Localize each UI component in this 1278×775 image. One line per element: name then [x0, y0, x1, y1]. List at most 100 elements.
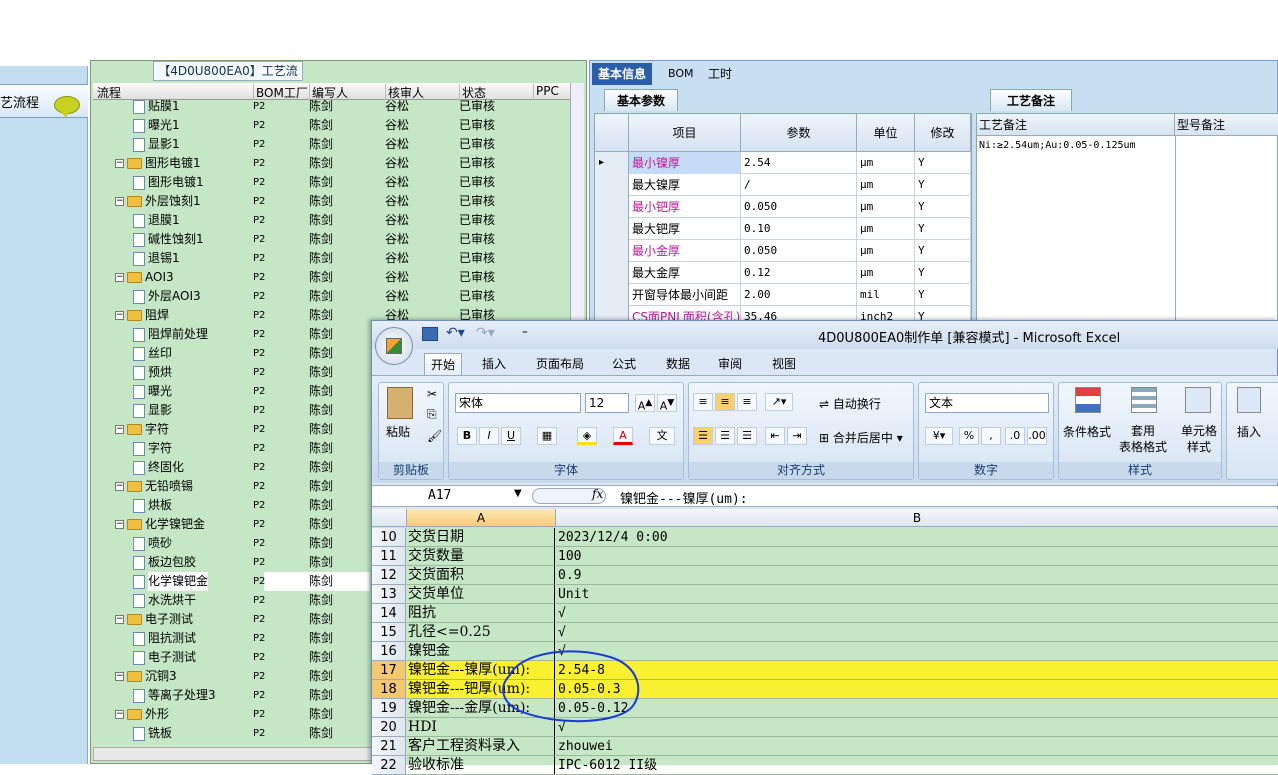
- tab-work-hours[interactable]: 工时: [702, 63, 738, 85]
- params-row[interactable]: 开窗导体最小间距 2.00 mil Y: [595, 284, 971, 306]
- function-icon[interactable]: fx: [592, 487, 603, 501]
- cell-a[interactable]: 孔径<=0.25: [407, 623, 555, 642]
- cell-a[interactable]: 客户工程资料录入: [407, 737, 555, 756]
- align-middle-icon[interactable]: ≡: [715, 393, 735, 411]
- formula-input[interactable]: 镍钯金---镍厚(um):: [620, 488, 748, 507]
- italic-icon[interactable]: I: [479, 427, 499, 445]
- quick-access-dropdown-icon[interactable]: ⁼: [522, 327, 528, 340]
- chat-bubble-icon[interactable]: [54, 96, 80, 118]
- cell-b[interactable]: √: [556, 718, 1278, 737]
- ribbon-tab-5[interactable]: 审阅: [712, 353, 748, 375]
- ribbon-tab-4[interactable]: 数据: [660, 353, 696, 375]
- row-number[interactable]: 18: [372, 680, 406, 699]
- percent-icon[interactable]: %: [959, 427, 979, 445]
- tree-horizontal-scrollbar[interactable]: [93, 747, 373, 761]
- row-indicator[interactable]: [595, 174, 629, 196]
- params-row[interactable]: 最大镍厚 / μm Y: [595, 174, 971, 196]
- font-size-select[interactable]: 12: [585, 393, 629, 413]
- row-number[interactable]: 21: [372, 737, 406, 756]
- params-row[interactable]: 最大金厚 0.12 μm Y: [595, 262, 971, 284]
- tab-process-notes[interactable]: 工艺备注: [990, 89, 1073, 111]
- row-indicator[interactable]: ▸: [595, 152, 629, 174]
- ribbon-tab-2[interactable]: 页面布局: [530, 353, 590, 375]
- tab-basic-params[interactable]: 基本参数: [604, 89, 679, 111]
- name-box-dropdown-icon[interactable]: ▼: [514, 488, 522, 499]
- bold-icon[interactable]: B: [457, 427, 477, 445]
- row-number[interactable]: 10: [372, 528, 406, 547]
- params-row[interactable]: 最小金厚 0.050 μm Y: [595, 240, 971, 262]
- row-number[interactable]: 16: [372, 642, 406, 661]
- row-indicator[interactable]: [595, 196, 629, 218]
- collapse-icon[interactable]: −: [115, 482, 124, 491]
- increase-indent-icon[interactable]: ⇥: [787, 427, 807, 445]
- tree-row[interactable]: 曝光1 P2 陈剑 谷松 已审核: [91, 116, 571, 135]
- conditional-format-button[interactable]: 条件格式: [1063, 423, 1111, 440]
- cell-a[interactable]: 交货日期: [407, 528, 555, 547]
- row-indicator[interactable]: [595, 218, 629, 240]
- name-box[interactable]: A17: [428, 488, 528, 504]
- collapse-icon[interactable]: −: [115, 615, 124, 624]
- tree-row[interactable]: − AOI3 P2 陈剑 谷松 已审核: [91, 268, 571, 287]
- cell-b[interactable]: 0.9: [556, 566, 1278, 585]
- ribbon-tab-0[interactable]: 开始: [424, 353, 463, 375]
- row-indicator[interactable]: [595, 284, 629, 306]
- cell-b[interactable]: √: [556, 604, 1278, 623]
- collapse-icon[interactable]: −: [115, 672, 124, 681]
- cell-b[interactable]: IPC-6012 II级: [556, 756, 1278, 775]
- insert-button[interactable]: 插入: [1237, 423, 1261, 440]
- cell-b[interactable]: 100: [556, 547, 1278, 566]
- tree-row[interactable]: 贴膜1 P2 陈剑 谷松 已审核: [91, 97, 571, 116]
- cell-style-button[interactable]: 单元格 样式: [1177, 423, 1221, 455]
- row-indicator[interactable]: [595, 262, 629, 284]
- tree-row[interactable]: 退锡1 P2 陈剑 谷松 已审核: [91, 249, 571, 268]
- copy-icon[interactable]: ⎘: [427, 407, 437, 422]
- shrink-font-icon[interactable]: A▼: [657, 394, 677, 413]
- ribbon-tab-3[interactable]: 公式: [606, 353, 642, 375]
- font-name-select[interactable]: 宋体: [455, 393, 581, 413]
- cell-a[interactable]: 阻抗: [407, 604, 555, 623]
- params-row[interactable]: ▸ 最小镍厚 2.54 μm Y: [595, 152, 971, 174]
- merge-center-button[interactable]: ⊞ 合并后居中 ▾: [819, 429, 903, 446]
- cell-b[interactable]: 0.05-0.12: [556, 699, 1278, 718]
- paste-button[interactable]: 粘贴: [386, 423, 410, 440]
- align-bottom-icon[interactable]: ≡: [737, 393, 757, 411]
- border-icon[interactable]: ▦: [537, 427, 557, 445]
- increase-decimal-icon[interactable]: .0: [1005, 427, 1025, 445]
- row-number[interactable]: 14: [372, 604, 406, 623]
- column-header-b[interactable]: B: [556, 509, 1278, 527]
- align-right-icon[interactable]: ☰: [737, 427, 757, 445]
- decrease-indent-icon[interactable]: ⇤: [765, 427, 785, 445]
- tree-row[interactable]: 退膜1 P2 陈剑 谷松 已审核: [91, 211, 571, 230]
- decrease-decimal-icon[interactable]: .00: [1027, 427, 1047, 445]
- redo-icon[interactable]: ↷▾: [476, 325, 495, 341]
- collapse-icon[interactable]: −: [115, 159, 124, 168]
- row-number[interactable]: 22: [372, 756, 406, 775]
- row-number[interactable]: 12: [372, 566, 406, 585]
- number-format-select[interactable]: 文本: [925, 393, 1049, 413]
- cut-icon[interactable]: ✂: [427, 387, 437, 401]
- row-indicator[interactable]: [595, 240, 629, 262]
- collapse-icon[interactable]: −: [115, 197, 124, 206]
- fill-color-icon[interactable]: ◈: [577, 427, 597, 445]
- tree-row[interactable]: − 图形电镀1 P2 陈剑 谷松 已审核: [91, 154, 571, 173]
- cell-b[interactable]: √: [556, 623, 1278, 642]
- cell-a[interactable]: 交货数量: [407, 547, 555, 566]
- process-note-text[interactable]: Ni:≥2.54um;Au:0.05-0.125um: [979, 140, 1136, 151]
- save-icon[interactable]: [422, 327, 438, 341]
- paste-icon[interactable]: [387, 387, 413, 419]
- phonetic-icon[interactable]: 文: [649, 427, 675, 445]
- collapse-icon[interactable]: −: [115, 520, 124, 529]
- row-number[interactable]: 20: [372, 718, 406, 737]
- comma-icon[interactable]: ,: [981, 427, 1001, 445]
- underline-icon[interactable]: U: [501, 427, 521, 445]
- cell-a[interactable]: 交货面积: [407, 566, 555, 585]
- row-number[interactable]: 17: [372, 661, 406, 680]
- params-row[interactable]: 最大钯厚 0.10 μm Y: [595, 218, 971, 240]
- font-color-icon[interactable]: A: [613, 427, 633, 445]
- column-header-a[interactable]: A: [407, 509, 556, 527]
- tree-row[interactable]: 碱性蚀刻1 P2 陈剑 谷松 已审核: [91, 230, 571, 249]
- undo-icon[interactable]: ↶▾: [446, 325, 465, 341]
- collapse-icon[interactable]: −: [115, 273, 124, 282]
- cell-b[interactable]: 2.54-8: [556, 661, 1278, 680]
- row-number[interactable]: 13: [372, 585, 406, 604]
